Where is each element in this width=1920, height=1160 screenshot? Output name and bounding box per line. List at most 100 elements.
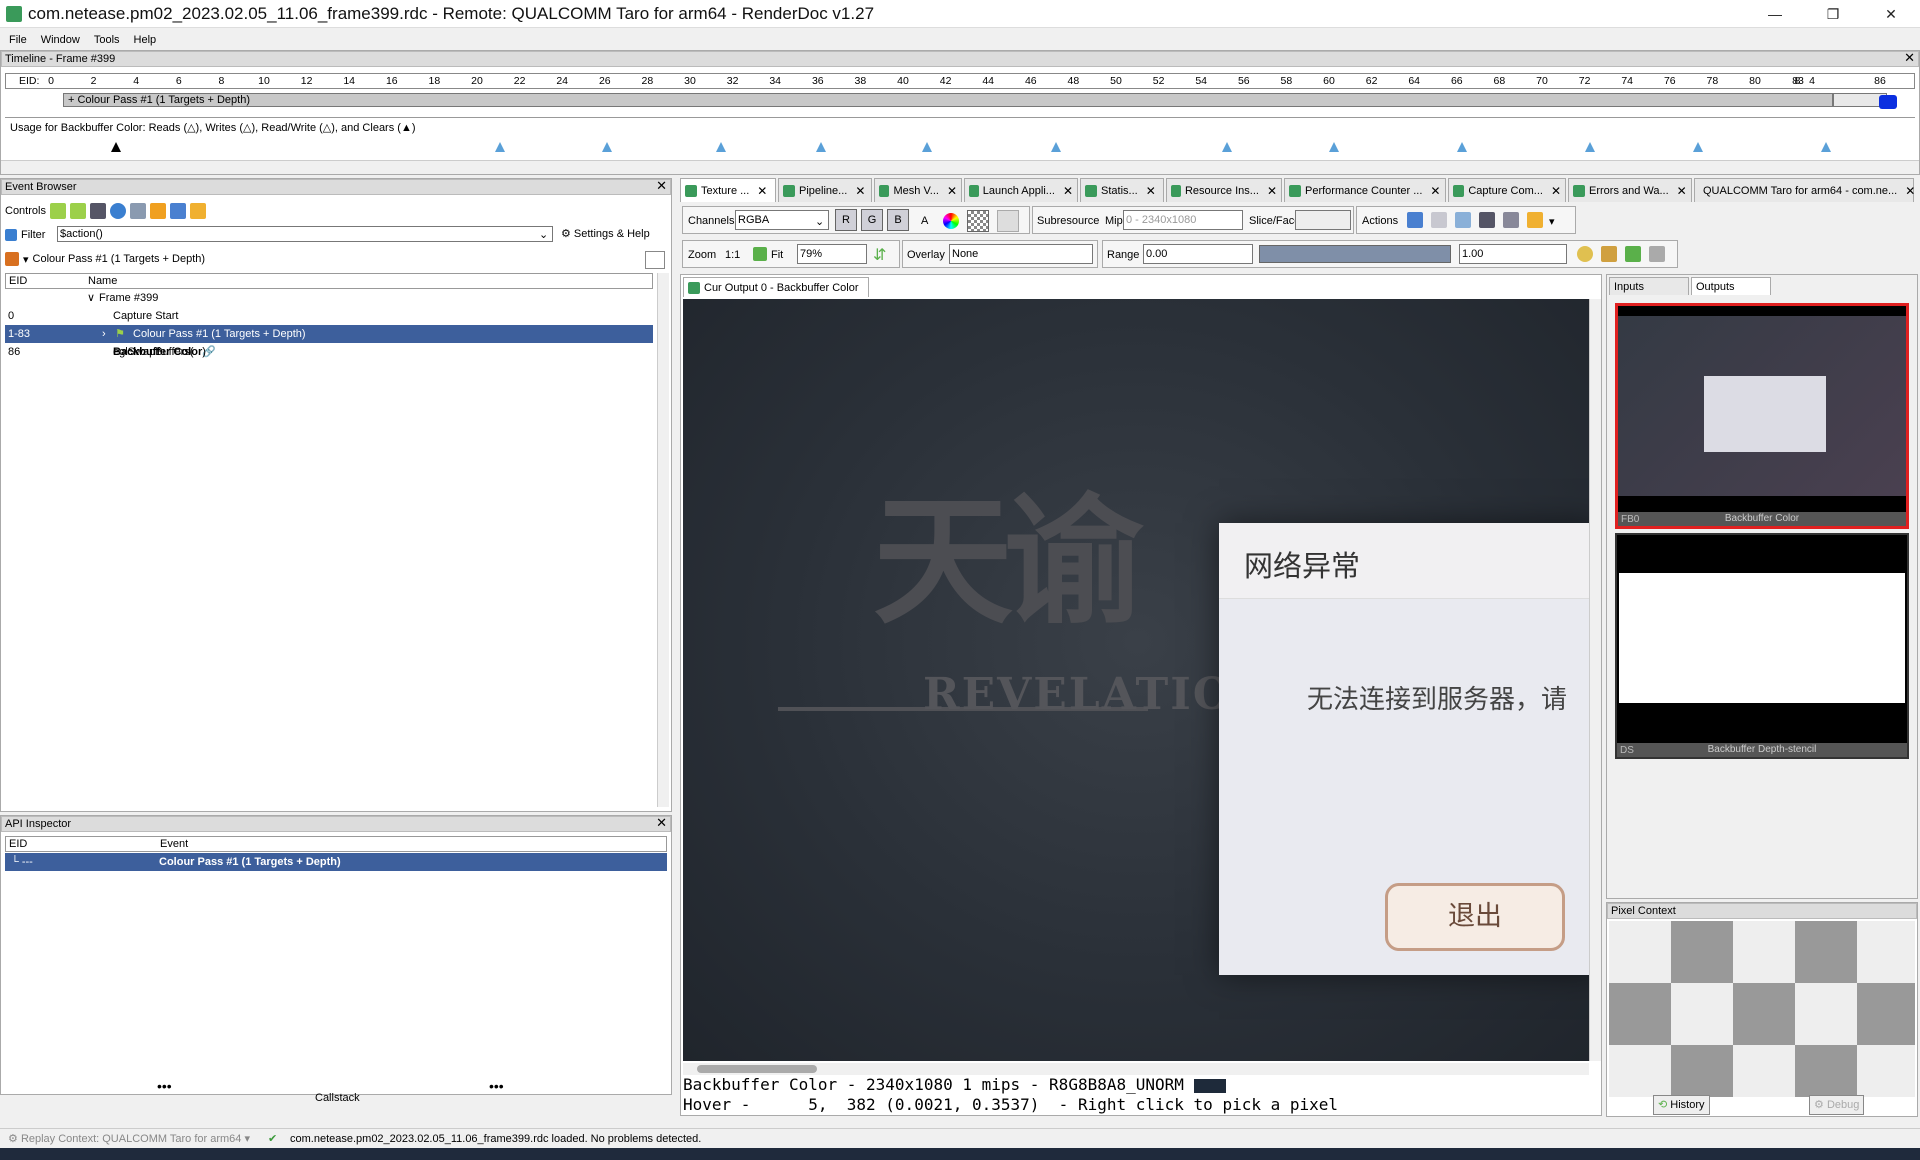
find-icon[interactable]: [89, 203, 106, 219]
tab-performance-counter[interactable]: Performance Counter ... ✕: [1284, 178, 1446, 202]
expand-chevron-icon[interactable]: ∨: [87, 289, 95, 307]
flip-icon[interactable]: ⇵: [873, 245, 886, 265]
tab-resource-inspector[interactable]: Resource Ins... ✕: [1166, 178, 1282, 202]
close-icon[interactable]: ✕: [1677, 184, 1687, 198]
channel-a-toggle[interactable]: A: [921, 215, 928, 227]
write-marker-icon[interactable]: [1821, 142, 1831, 152]
tab-cur-output[interactable]: Cur Output 0 - Backbuffer Color: [683, 277, 869, 297]
settings-star-icon[interactable]: [1527, 212, 1543, 228]
menu-file[interactable]: File: [0, 34, 32, 46]
thumbnail-backbuffer-color[interactable]: Backbuffer Color FB0: [1615, 303, 1909, 529]
menu-window[interactable]: Window: [32, 34, 85, 46]
col-name[interactable]: Name: [88, 275, 117, 287]
close-icon[interactable]: ✕: [656, 179, 667, 193]
auto-fit-icon[interactable]: [1601, 246, 1617, 262]
write-marker-icon[interactable]: [1222, 142, 1232, 152]
forward-arrow-icon[interactable]: [69, 203, 86, 219]
chevron-down-icon[interactable]: ▾: [1549, 215, 1555, 228]
tab-outputs[interactable]: Outputs: [1691, 277, 1771, 295]
histogram-icon[interactable]: [1649, 246, 1665, 262]
chart-icon[interactable]: [129, 203, 146, 219]
write-marker-icon[interactable]: [602, 142, 612, 152]
color-wheel-icon[interactable]: [943, 213, 959, 229]
callstack-right-dots[interactable]: •••: [489, 1078, 504, 1094]
home-icon[interactable]: [5, 252, 19, 266]
tab-mesh-viewer[interactable]: Mesh V... ✕: [874, 178, 962, 202]
link-icon[interactable]: [1503, 212, 1519, 228]
menu-tools[interactable]: Tools: [85, 34, 125, 46]
event-list-scrollbar[interactable]: [657, 273, 669, 807]
write-marker-icon[interactable]: [1457, 142, 1467, 152]
settings-help-button[interactable]: ⚙ Settings & Help: [561, 227, 650, 240]
checkerboard-icon[interactable]: [967, 210, 989, 232]
write-marker-icon[interactable]: [1051, 142, 1061, 152]
tab-pipeline-state[interactable]: Pipeline... ✕: [778, 178, 872, 202]
filter-input[interactable]: $action(): [57, 226, 553, 242]
col-eid[interactable]: EID: [9, 838, 27, 850]
tab-errors-warnings[interactable]: Errors and Wa... ✕: [1568, 178, 1692, 202]
close-icon[interactable]: ✕: [1551, 184, 1561, 198]
fit-button[interactable]: Fit: [771, 249, 783, 261]
write-marker-icon[interactable]: [716, 142, 726, 152]
range-min-input[interactable]: 0.00: [1143, 244, 1253, 264]
back-arrow-icon[interactable]: [49, 203, 66, 219]
gamma-icon[interactable]: [997, 210, 1019, 232]
callstack-label[interactable]: Callstack: [315, 1092, 360, 1104]
menu-help[interactable]: Help: [125, 34, 162, 46]
texture-canvas[interactable]: 天谕 REVELATION 网络异常 无法连接到服务器，请 退出: [683, 299, 1591, 1061]
channel-g-toggle[interactable]: G: [861, 209, 883, 231]
debug-button[interactable]: ⚙ Debug: [1809, 1095, 1865, 1115]
close-icon[interactable]: ✕: [1146, 184, 1156, 198]
bookmark-icon[interactable]: [149, 203, 166, 219]
close-button[interactable]: ✕: [1862, 0, 1920, 28]
breadcrumb-chevron-icon[interactable]: ▾: [23, 253, 29, 266]
thumbnail-depth-stencil[interactable]: Backbuffer Depth-stencil DS: [1615, 533, 1909, 759]
save-icon[interactable]: [1407, 212, 1423, 228]
fit-icon[interactable]: [753, 247, 767, 261]
tab-texture-viewer[interactable]: Texture ... ✕: [680, 178, 776, 202]
close-icon[interactable]: ✕: [1267, 184, 1277, 198]
settings-star-icon[interactable]: [189, 203, 206, 219]
event-row-frame[interactable]: ∨ Frame #399: [5, 289, 653, 307]
scrollbar-thumb[interactable]: [697, 1065, 817, 1073]
mip-select[interactable]: 0 - 2340x1080: [1123, 210, 1243, 230]
write-marker-icon[interactable]: [1693, 142, 1703, 152]
edit-icon[interactable]: [645, 251, 665, 269]
maximize-button[interactable]: ❐: [1804, 0, 1862, 28]
expand-chevron-icon[interactable]: ›: [102, 325, 106, 343]
copy-icon[interactable]: [1431, 212, 1447, 228]
callstack-left-dots[interactable]: •••: [157, 1078, 172, 1094]
write-marker-icon[interactable]: [816, 142, 826, 152]
col-eid[interactable]: EID: [9, 275, 27, 287]
import-icon[interactable]: [1455, 212, 1471, 228]
current-event-marker[interactable]: [1879, 95, 1897, 109]
close-icon[interactable]: ✕: [1905, 184, 1915, 198]
close-icon[interactable]: ✕: [1904, 51, 1915, 65]
slice-select[interactable]: [1295, 210, 1351, 230]
tab-statistics[interactable]: Statis... ✕: [1080, 178, 1164, 202]
canvas-horizontal-scrollbar[interactable]: [683, 1063, 1589, 1075]
tab-inputs[interactable]: Inputs: [1609, 277, 1689, 295]
close-icon[interactable]: ✕: [1063, 184, 1073, 198]
api-row[interactable]: └ --- Colour Pass #1 (1 Targets + Depth): [5, 853, 667, 871]
close-icon[interactable]: ✕: [757, 184, 767, 198]
tab-capture-comments[interactable]: Capture Com... ✕: [1448, 178, 1566, 202]
filter-dropdown-chevron-icon[interactable]: ⌄: [539, 228, 548, 241]
timeline-pass-bar[interactable]: + Colour Pass #1 (1 Targets + Depth): [63, 93, 1833, 107]
timer-icon[interactable]: [109, 203, 126, 219]
close-icon[interactable]: ✕: [656, 816, 667, 830]
canvas-vertical-scrollbar[interactable]: [1589, 299, 1601, 1061]
zoom-select[interactable]: 79%: [797, 244, 867, 264]
col-event[interactable]: Event: [160, 838, 188, 850]
clear-marker-icon[interactable]: [111, 142, 121, 152]
event-row-swapbuffers[interactable]: 86 eglSwapBuffers(Backbuffer Color 🔗): [5, 343, 653, 361]
write-marker-icon[interactable]: [495, 142, 505, 152]
close-icon[interactable]: ✕: [947, 184, 957, 198]
channel-r-toggle[interactable]: R: [835, 209, 857, 231]
event-row-capture-start[interactable]: 0 Capture Start: [5, 307, 653, 325]
range-max-input[interactable]: 1.00: [1459, 244, 1567, 264]
pixel-context-grid[interactable]: [1609, 921, 1915, 1097]
breadcrumb[interactable]: Colour Pass #1 (1 Targets + Depth): [33, 253, 206, 265]
find-icon[interactable]: [1479, 212, 1495, 228]
tab-launch-application[interactable]: Launch Appli... ✕: [964, 178, 1078, 202]
